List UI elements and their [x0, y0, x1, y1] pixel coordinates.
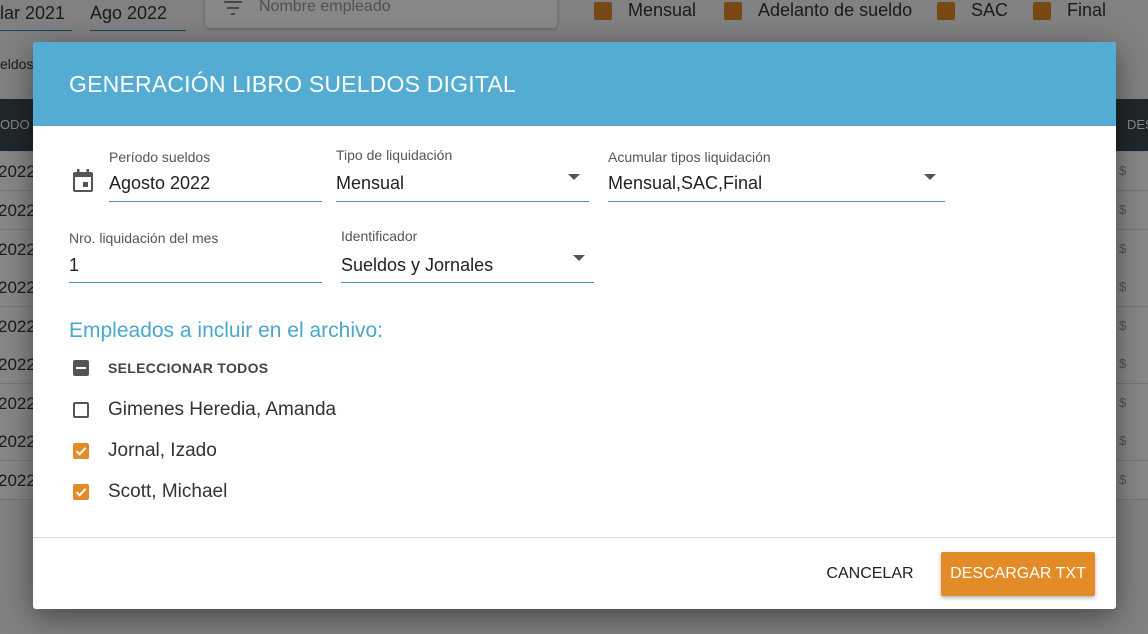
libro-sueldos-dialog: GENERACIÓN LIBRO SUELDOS DIGITAL Período… — [33, 42, 1116, 609]
employee-name: Gimenes Heredia, Amanda — [108, 399, 337, 420]
acumular-tipos-label: Acumular tipos liquidación — [608, 149, 771, 165]
select-all-label: SELECCIONAR TODOS — [108, 360, 269, 376]
dialog-header: GENERACIÓN LIBRO SUELDOS DIGITAL — [33, 42, 1116, 126]
employee-name: Jornal, Izado — [108, 440, 217, 461]
periodo-sueldos-label: Período sueldos — [109, 149, 211, 165]
tipo-liquidacion-select[interactable]: Tipo de liquidación Mensual — [336, 147, 589, 203]
identificador-label: Identificador — [341, 228, 418, 244]
calendar-icon[interactable] — [72, 169, 94, 193]
employee-checkbox-row[interactable]: Jornal, Izado — [73, 440, 217, 462]
checkbox-checked[interactable] — [73, 443, 89, 459]
chevron-down-icon — [568, 174, 580, 180]
check-icon — [75, 488, 87, 497]
employee-checkbox-row[interactable]: Scott, Michael — [73, 481, 227, 503]
download-txt-button[interactable]: DESCARGAR TXT — [941, 552, 1095, 596]
checkbox-unchecked[interactable] — [73, 402, 89, 418]
tipo-liquidacion-value: Mensual — [336, 173, 405, 193]
field-underline — [336, 201, 589, 202]
employees-section-title: Empleados a incluir en el archivo: — [69, 319, 383, 342]
acumular-tipos-value: Mensual,SAC,Final — [608, 173, 763, 193]
check-icon — [75, 447, 87, 456]
field-underline — [608, 201, 945, 202]
chevron-down-icon — [573, 255, 585, 261]
field-underline — [109, 201, 322, 202]
acumular-tipos-select[interactable]: Acumular tipos liquidación Mensual,SAC,F… — [608, 149, 945, 203]
field-underline — [341, 282, 594, 283]
dialog-footer-divider — [33, 537, 1116, 538]
tipo-liquidacion-label: Tipo de liquidación — [336, 147, 453, 163]
dialog-title: GENERACIÓN LIBRO SUELDOS DIGITAL — [69, 71, 516, 97]
nro-liquidacion-label: Nro. liquidación del mes — [69, 230, 219, 246]
employee-checkbox-row[interactable]: Gimenes Heredia, Amanda — [73, 399, 336, 421]
periodo-sueldos-value: Agosto 2022 — [109, 173, 211, 193]
employee-name: Scott, Michael — [108, 481, 228, 502]
nro-liquidacion-field[interactable]: Nro. liquidación del mes 1 — [69, 230, 322, 284]
select-all-checkbox[interactable]: SELECCIONAR TODOS — [73, 360, 268, 376]
periodo-sueldos-field[interactable]: Período sueldos Agosto 2022 — [109, 149, 322, 203]
identificador-select[interactable]: Identificador Sueldos y Jornales — [341, 228, 594, 284]
checkbox-indeterminate[interactable] — [73, 360, 89, 376]
field-underline — [69, 282, 322, 283]
chevron-down-icon — [924, 174, 936, 180]
checkbox-checked[interactable] — [73, 484, 89, 500]
identificador-value: Sueldos y Jornales — [341, 255, 494, 275]
cancel-button[interactable]: CANCELAR — [816, 553, 924, 595]
nro-liquidacion-value: 1 — [69, 255, 80, 275]
